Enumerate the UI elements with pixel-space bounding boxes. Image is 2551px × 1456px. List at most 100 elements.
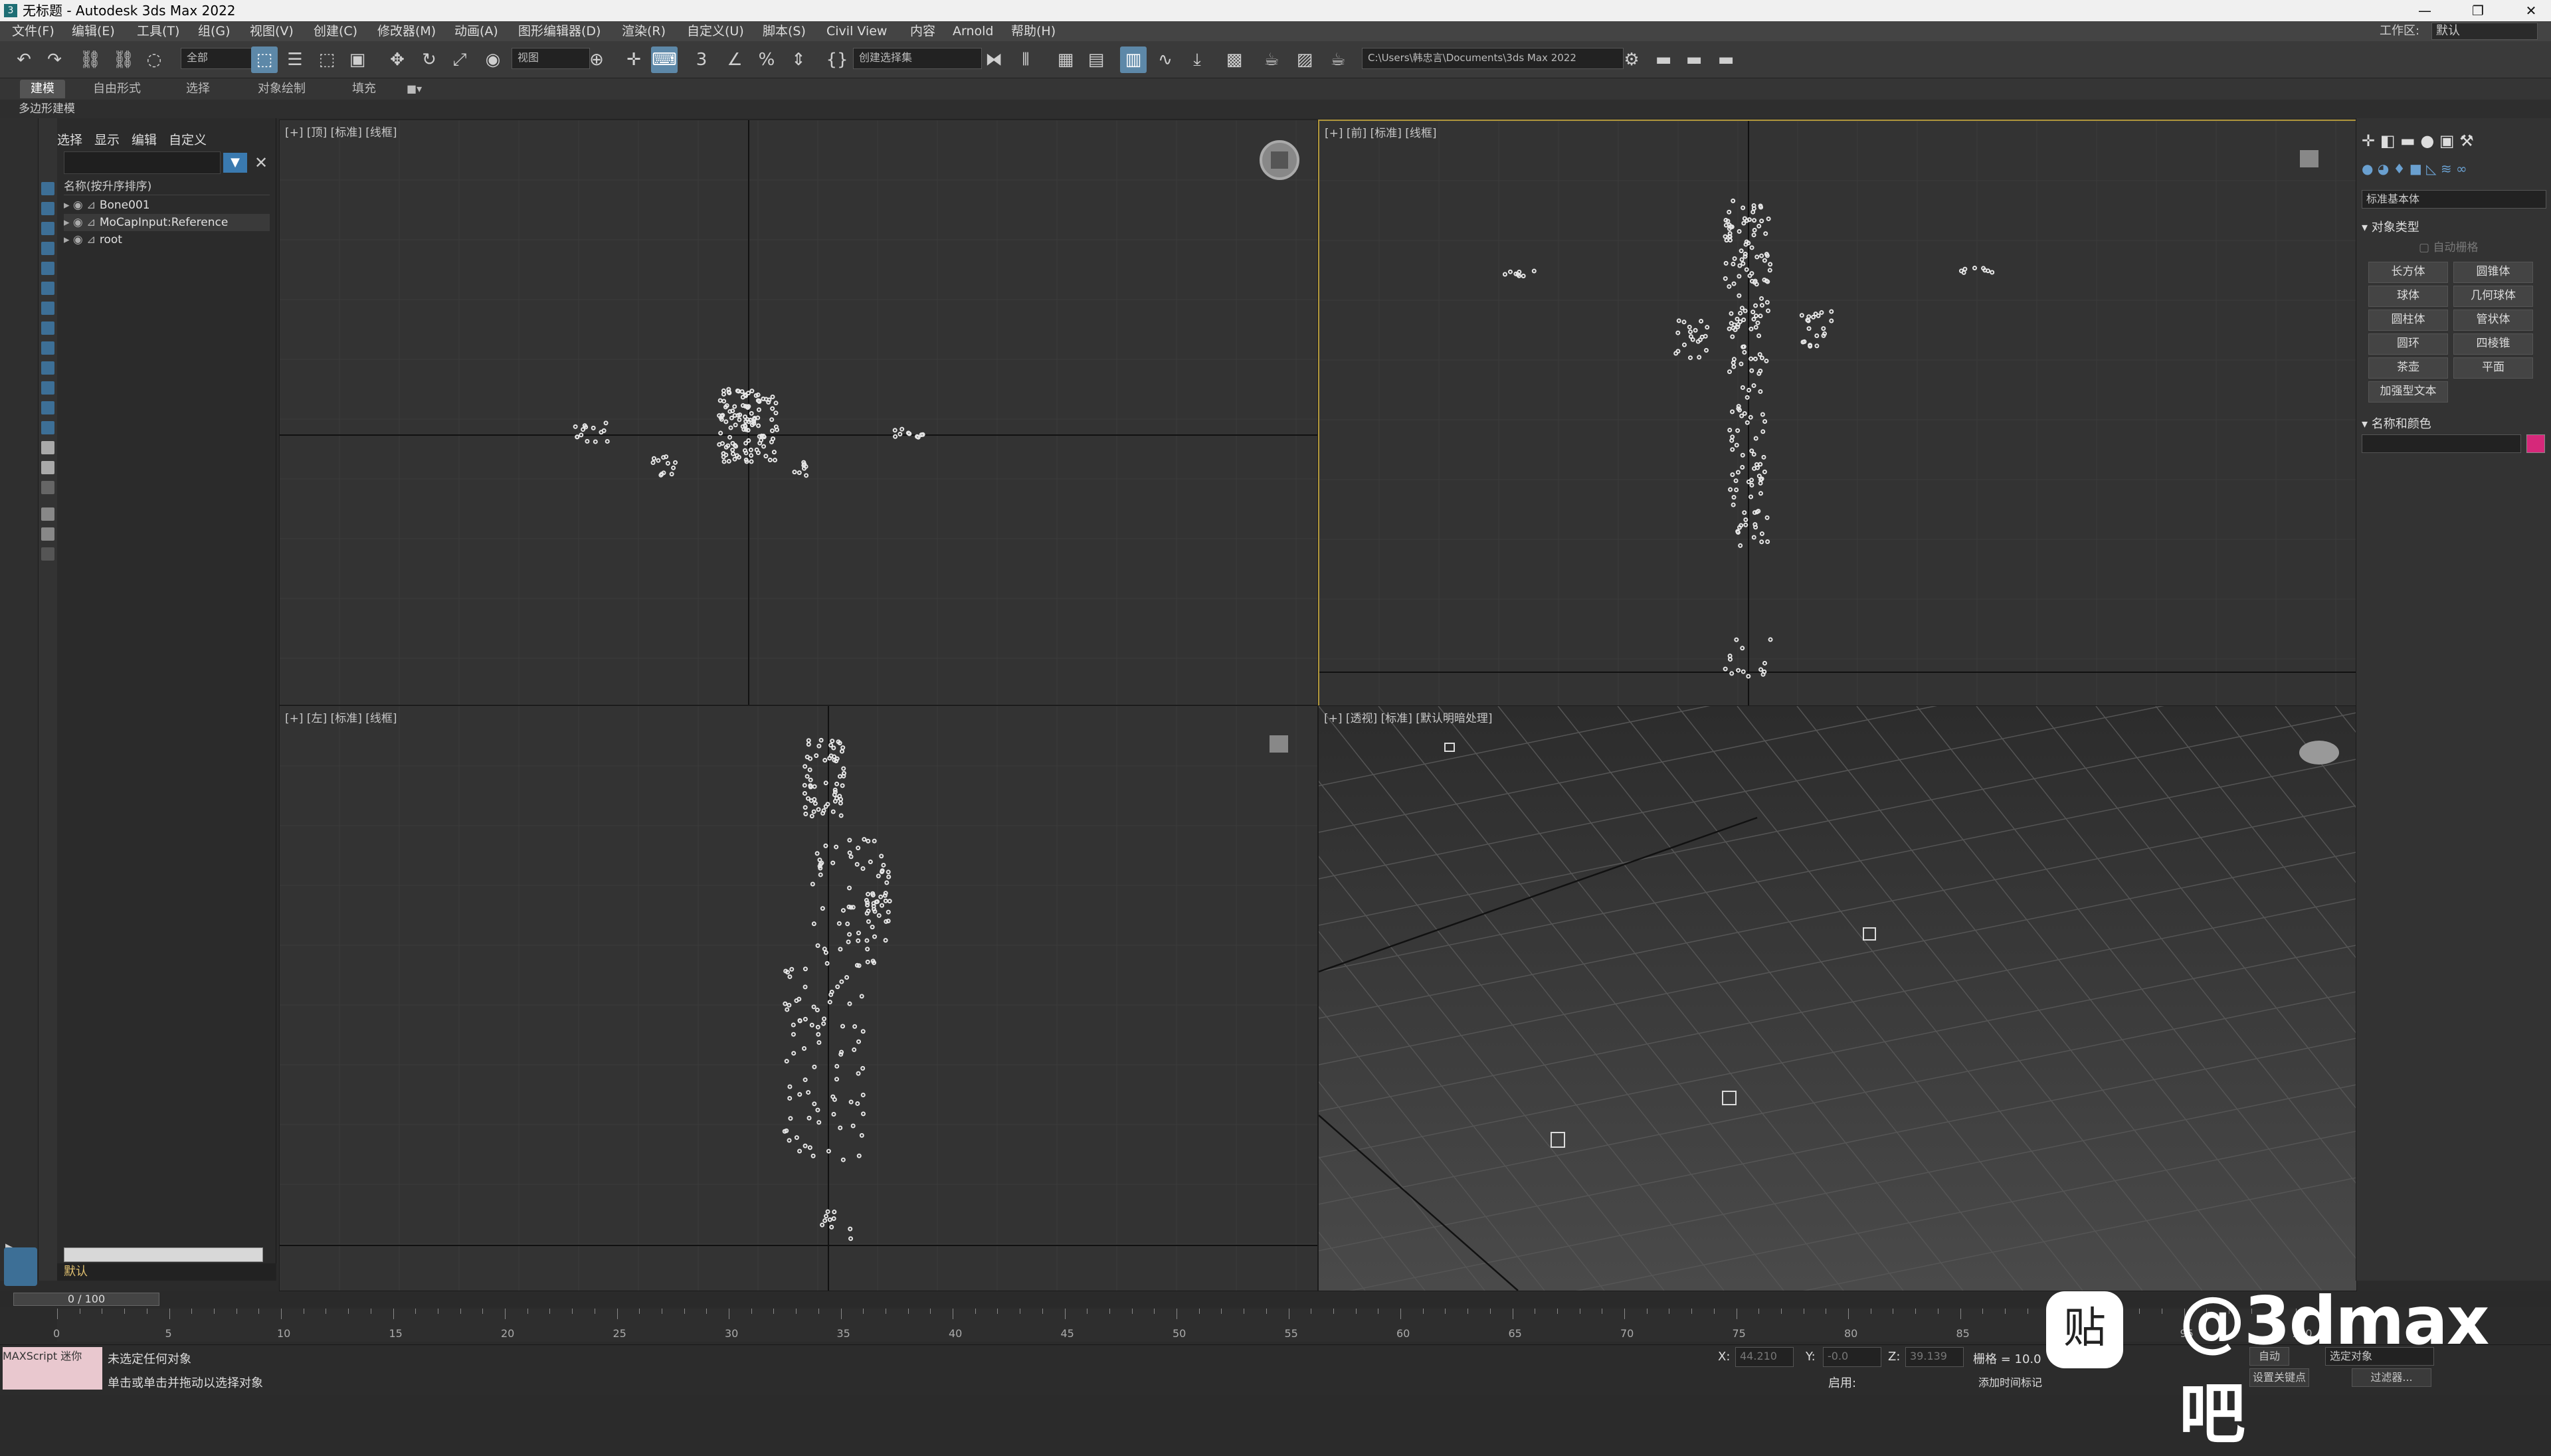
display-bones-icon[interactable] <box>41 361 54 375</box>
maxscript-listener[interactable]: MAXScript 迷你 <box>3 1347 102 1390</box>
filter-toggle-icon[interactable]: ▼ <box>223 153 247 173</box>
geosphere-button[interactable]: 几何球体 <box>2453 286 2533 307</box>
viewport-label[interactable]: [+] [顶] [标准] [线框] <box>285 123 397 139</box>
rect-selection-icon[interactable]: ⬚ <box>314 46 340 73</box>
named-selection-icon[interactable]: {} <box>824 46 850 73</box>
menu-modifiers[interactable]: 修改器(M) <box>377 21 436 41</box>
close-button[interactable]: ✕ <box>2511 0 2551 21</box>
link-icon[interactable]: ⛓ <box>77 46 104 73</box>
named-selection-select[interactable]: 创建选择集 <box>853 48 982 69</box>
torus-button[interactable]: 圆环 <box>2368 333 2448 355</box>
workspace-select[interactable]: 默认 <box>2431 23 2538 40</box>
render-setup-icon[interactable]: ☕ <box>1258 46 1285 73</box>
primitive-type-select[interactable]: 标准基本体 <box>2362 190 2546 209</box>
tab-populate[interactable]: 填充 <box>352 78 376 100</box>
textplus-button[interactable]: 加强型文本 <box>2368 381 2448 403</box>
menu-customize[interactable]: 自定义(U) <box>687 21 744 41</box>
viewport-label[interactable]: [+] [透视] [标准] [默认明暗处理] <box>1324 709 1493 725</box>
menu-view[interactable]: 视图(V) <box>250 21 294 41</box>
selection-filter-select[interactable]: 全部 <box>181 48 259 69</box>
horizontal-scrollbar[interactable] <box>64 1247 263 1262</box>
ribbon-options-icon[interactable]: ■▾ <box>407 78 422 100</box>
save-folder-icon[interactable]: ▬ <box>1681 46 1707 73</box>
viewport-perspective[interactable]: [+] [透视] [标准] [默认明暗处理] <box>1318 705 2357 1291</box>
curve-editor-icon[interactable]: ∿ <box>1152 46 1179 73</box>
select-invert-icon[interactable] <box>41 481 54 494</box>
project-path-select[interactable]: C:\Users\韩忠言\Documents\3ds Max 2022 <box>1362 48 1624 69</box>
display-containers-icon[interactable] <box>41 381 54 395</box>
restore-button[interactable]: ❐ <box>2458 0 2498 21</box>
window-crossing-icon[interactable]: ▣ <box>344 46 371 73</box>
display-shapes-icon[interactable] <box>41 222 54 235</box>
expand-icon[interactable]: ▸ ◉ ⊿ <box>64 216 100 229</box>
cone-button[interactable]: 圆锥体 <box>2453 262 2533 283</box>
explorer-tab-select[interactable]: 选择 <box>57 130 82 148</box>
keyboard-shortcut-override-icon[interactable]: ⌨ <box>651 46 678 73</box>
display-geometry-icon[interactable] <box>41 202 54 215</box>
expand-icon[interactable]: ▸ ◉ ⊿ <box>64 199 100 212</box>
teapot-button[interactable]: 茶壶 <box>2368 357 2448 379</box>
minimize-button[interactable]: — <box>2405 0 2445 21</box>
scale-icon[interactable]: ⤢ <box>446 46 473 73</box>
menu-tools[interactable]: 工具(T) <box>137 21 179 41</box>
list-item[interactable]: ▸ ◉ ⊿ root <box>64 231 270 248</box>
menu-file[interactable]: 文件(F) <box>12 21 54 41</box>
y-coordinate-field[interactable]: -0.0 <box>1823 1347 1881 1367</box>
viewport-left[interactable]: [+] [左] [标准] [线框] <box>279 705 1318 1291</box>
layer-explorer-icon[interactable]: ▤ <box>1083 46 1109 73</box>
clear-search-icon[interactable]: ✕ <box>251 153 271 173</box>
display-none-icon[interactable] <box>41 182 54 195</box>
explorer-tab-customize[interactable]: 自定义 <box>169 130 207 148</box>
display-cameras-icon[interactable] <box>41 262 54 275</box>
display-spacewarps-icon[interactable] <box>41 302 54 315</box>
menu-scripting[interactable]: 脚本(S) <box>763 21 806 41</box>
object-name-input[interactable] <box>2362 434 2521 453</box>
display-groups-icon[interactable] <box>41 321 54 335</box>
tab-object-paint[interactable]: 对象绘制 <box>258 78 306 100</box>
menu-rendering[interactable]: 渲染(R) <box>622 21 666 41</box>
section-object-type[interactable]: ▾ 对象类型 <box>2362 218 2419 235</box>
section-name-color[interactable]: ▾ 名称和颜色 <box>2362 414 2431 432</box>
placement-icon[interactable]: ◉ <box>480 46 506 73</box>
pivot-center-icon[interactable]: ⊕ <box>583 46 610 73</box>
menu-civil-view[interactable]: Civil View <box>826 21 887 41</box>
material-editor-icon[interactable]: ▩ <box>1221 46 1248 73</box>
tab-selection[interactable]: 选择 <box>186 78 210 100</box>
select-object-icon[interactable]: ⬚ <box>251 46 278 73</box>
menu-create[interactable]: 创建(C) <box>314 21 357 41</box>
viewport-label[interactable]: [+] [前] [标准] [线框] <box>1325 124 1437 140</box>
move-icon[interactable]: ✥ <box>384 46 411 73</box>
x-coordinate-field[interactable]: 44.210 <box>1735 1347 1794 1367</box>
menu-graph-editors[interactable]: 图形编辑器(D) <box>518 21 601 41</box>
display-helpers-icon[interactable] <box>41 282 54 295</box>
align-icon[interactable]: ⫴ <box>1012 46 1039 73</box>
pyramid-button[interactable]: 四棱锥 <box>2453 333 2533 355</box>
schematic-view-icon[interactable]: ⤓ <box>1184 46 1210 73</box>
menu-animation[interactable]: 动画(A) <box>454 21 498 41</box>
project-folder-icon[interactable]: ⚙ <box>1618 46 1645 73</box>
z-coordinate-field[interactable]: 39.139 <box>1905 1347 1964 1367</box>
viewport-front[interactable]: [+] [前] [标准] [线框] <box>1318 120 2358 707</box>
open-folder-icon[interactable]: ▬ <box>1650 46 1677 73</box>
menu-arnold[interactable]: Arnold <box>953 21 993 41</box>
expand-icon[interactable]: ▸ ◉ ⊿ <box>64 233 100 246</box>
display-xrefs-icon[interactable] <box>41 341 54 355</box>
cylinder-button[interactable]: 圆柱体 <box>2368 310 2448 331</box>
menu-group[interactable]: 组(G) <box>198 21 231 41</box>
add-time-tag[interactable]: 添加时间标记 <box>1978 1374 2042 1390</box>
menu-content[interactable]: 内容 <box>910 21 935 41</box>
viewport-label[interactable]: [+] [左] [标准] [线框] <box>285 709 397 725</box>
autogrid-checkbox[interactable]: ▢ 自动栅格 <box>2419 238 2478 254</box>
filter-icon[interactable] <box>41 507 54 521</box>
rotate-icon[interactable]: ↻ <box>416 46 442 73</box>
select-by-name-icon[interactable]: ☰ <box>282 46 308 73</box>
menu-edit[interactable]: 编辑(E) <box>72 21 115 41</box>
command-panel-tabs[interactable]: ✛ ◧ ▬ ● ▣ ⚒ <box>2362 132 2548 153</box>
display-frozen-icon[interactable] <box>41 401 54 414</box>
explorer-tab-edit[interactable]: 编辑 <box>132 130 157 148</box>
select-manipulate-icon[interactable]: ✛ <box>620 46 647 73</box>
tab-freeform[interactable]: 自由形式 <box>93 78 141 100</box>
scene-explorer-toggle-icon[interactable]: ▦ <box>1052 46 1079 73</box>
snaps-toggle-icon[interactable]: 3 <box>688 46 715 73</box>
redo-icon[interactable]: ↷ <box>41 46 68 73</box>
